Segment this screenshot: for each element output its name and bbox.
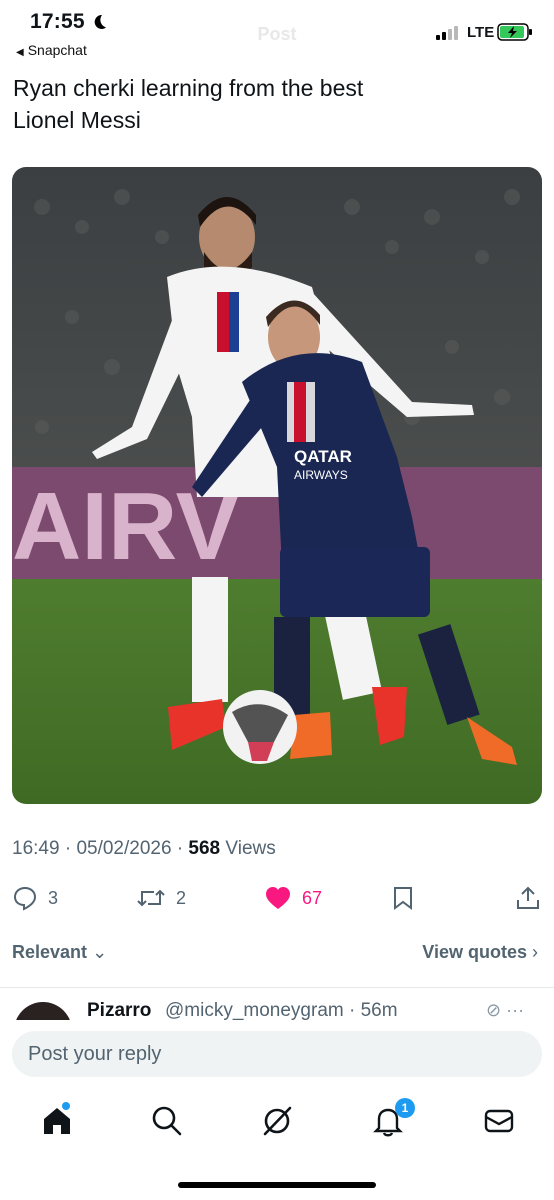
back-app-label: Snapchat	[27, 42, 87, 58]
bottom-navigation: 1	[0, 1096, 554, 1148]
home-icon	[44, 1108, 70, 1134]
signal-icon	[436, 26, 458, 40]
view-quotes-label: View quotes	[422, 942, 527, 962]
back-arrow-icon: ◀	[16, 47, 24, 58]
repost-button[interactable]: 2	[136, 878, 186, 918]
more-options-icon[interactable]: ⊘ ···	[486, 1000, 524, 1020]
bookmark-icon	[394, 887, 412, 910]
views-label: Views	[225, 838, 276, 859]
heart-icon	[266, 887, 290, 909]
chevron-right-icon: ›	[532, 942, 538, 962]
post-date: 05/02/2026	[76, 838, 172, 859]
divider	[0, 987, 554, 988]
notifications-badge: 1	[395, 1098, 415, 1118]
reply-preview[interactable]: Pizarro @micky_moneygram · 56m ⊘ ···	[0, 996, 554, 1020]
relevant-label: Relevant	[12, 942, 88, 962]
battery-charging-icon	[497, 23, 532, 41]
reply-input[interactable]	[12, 1031, 542, 1077]
home-unread-dot	[62, 1102, 70, 1110]
post-text-line-1: Ryan cherki learning from the best	[13, 75, 364, 101]
back-to-app-link[interactable]: ◀ Snapchat	[16, 42, 87, 58]
svg-text:QATAR: QATAR	[294, 447, 352, 466]
replies-sort-row: Relevant ⌄ View quotes ›	[0, 940, 554, 970]
repost-icon	[137, 889, 165, 907]
reply-input-container	[12, 1031, 542, 1077]
reply-icon	[13, 886, 37, 911]
post-image[interactable]: AIRV QATAR AIRWAYS	[12, 167, 542, 804]
reply-count: 3	[48, 887, 59, 908]
search-icon	[152, 1106, 182, 1136]
nav-search[interactable]	[150, 1104, 184, 1138]
share-icon	[517, 886, 539, 909]
post-meta: 16:49 · 05/02/2026 · 568 Views	[12, 838, 276, 860]
share-button[interactable]	[515, 878, 541, 918]
nav-home[interactable]	[40, 1102, 74, 1138]
status-bar: 17:55 Post ◀ Snapchat LTE	[0, 0, 554, 64]
reply-author-handle: @micky_moneygram · 56m	[165, 1000, 398, 1020]
relevant-sort-button[interactable]: Relevant ⌄	[12, 942, 107, 963]
view-quotes-link[interactable]: View quotes ›	[422, 942, 538, 963]
nav-notifications[interactable]: 1	[371, 1098, 415, 1138]
post-actions: 3 2 67	[0, 878, 554, 918]
football-photo-illustration: AIRV QATAR AIRWAYS	[12, 167, 542, 804]
chevron-down-icon: ⌄	[92, 942, 108, 962]
meta-separator: ·	[64, 838, 77, 859]
mail-icon	[484, 1109, 514, 1133]
bookmark-button[interactable]	[391, 878, 415, 918]
post-time: 16:49	[12, 838, 60, 859]
reply-button[interactable]: 3	[12, 878, 58, 918]
like-button[interactable]: 67	[264, 878, 322, 918]
post-text: Ryan cherki learning from the best Lione…	[13, 72, 533, 136]
meta-separator: ·	[176, 838, 189, 859]
avatar[interactable]	[14, 1002, 72, 1020]
nav-messages[interactable]	[482, 1104, 516, 1138]
grok-icon	[263, 1106, 292, 1136]
views-count: 568	[188, 838, 221, 859]
reply-author-name: Pizarro	[87, 1000, 152, 1020]
repost-count: 2	[176, 887, 187, 908]
nav-grok[interactable]	[260, 1104, 294, 1138]
network-label: LTE	[467, 24, 495, 41]
post-text-line-2: Lionel Messi	[13, 107, 141, 133]
like-count: 67	[302, 887, 323, 908]
svg-text:AIRWAYS: AIRWAYS	[294, 468, 348, 482]
home-indicator	[178, 1182, 376, 1188]
